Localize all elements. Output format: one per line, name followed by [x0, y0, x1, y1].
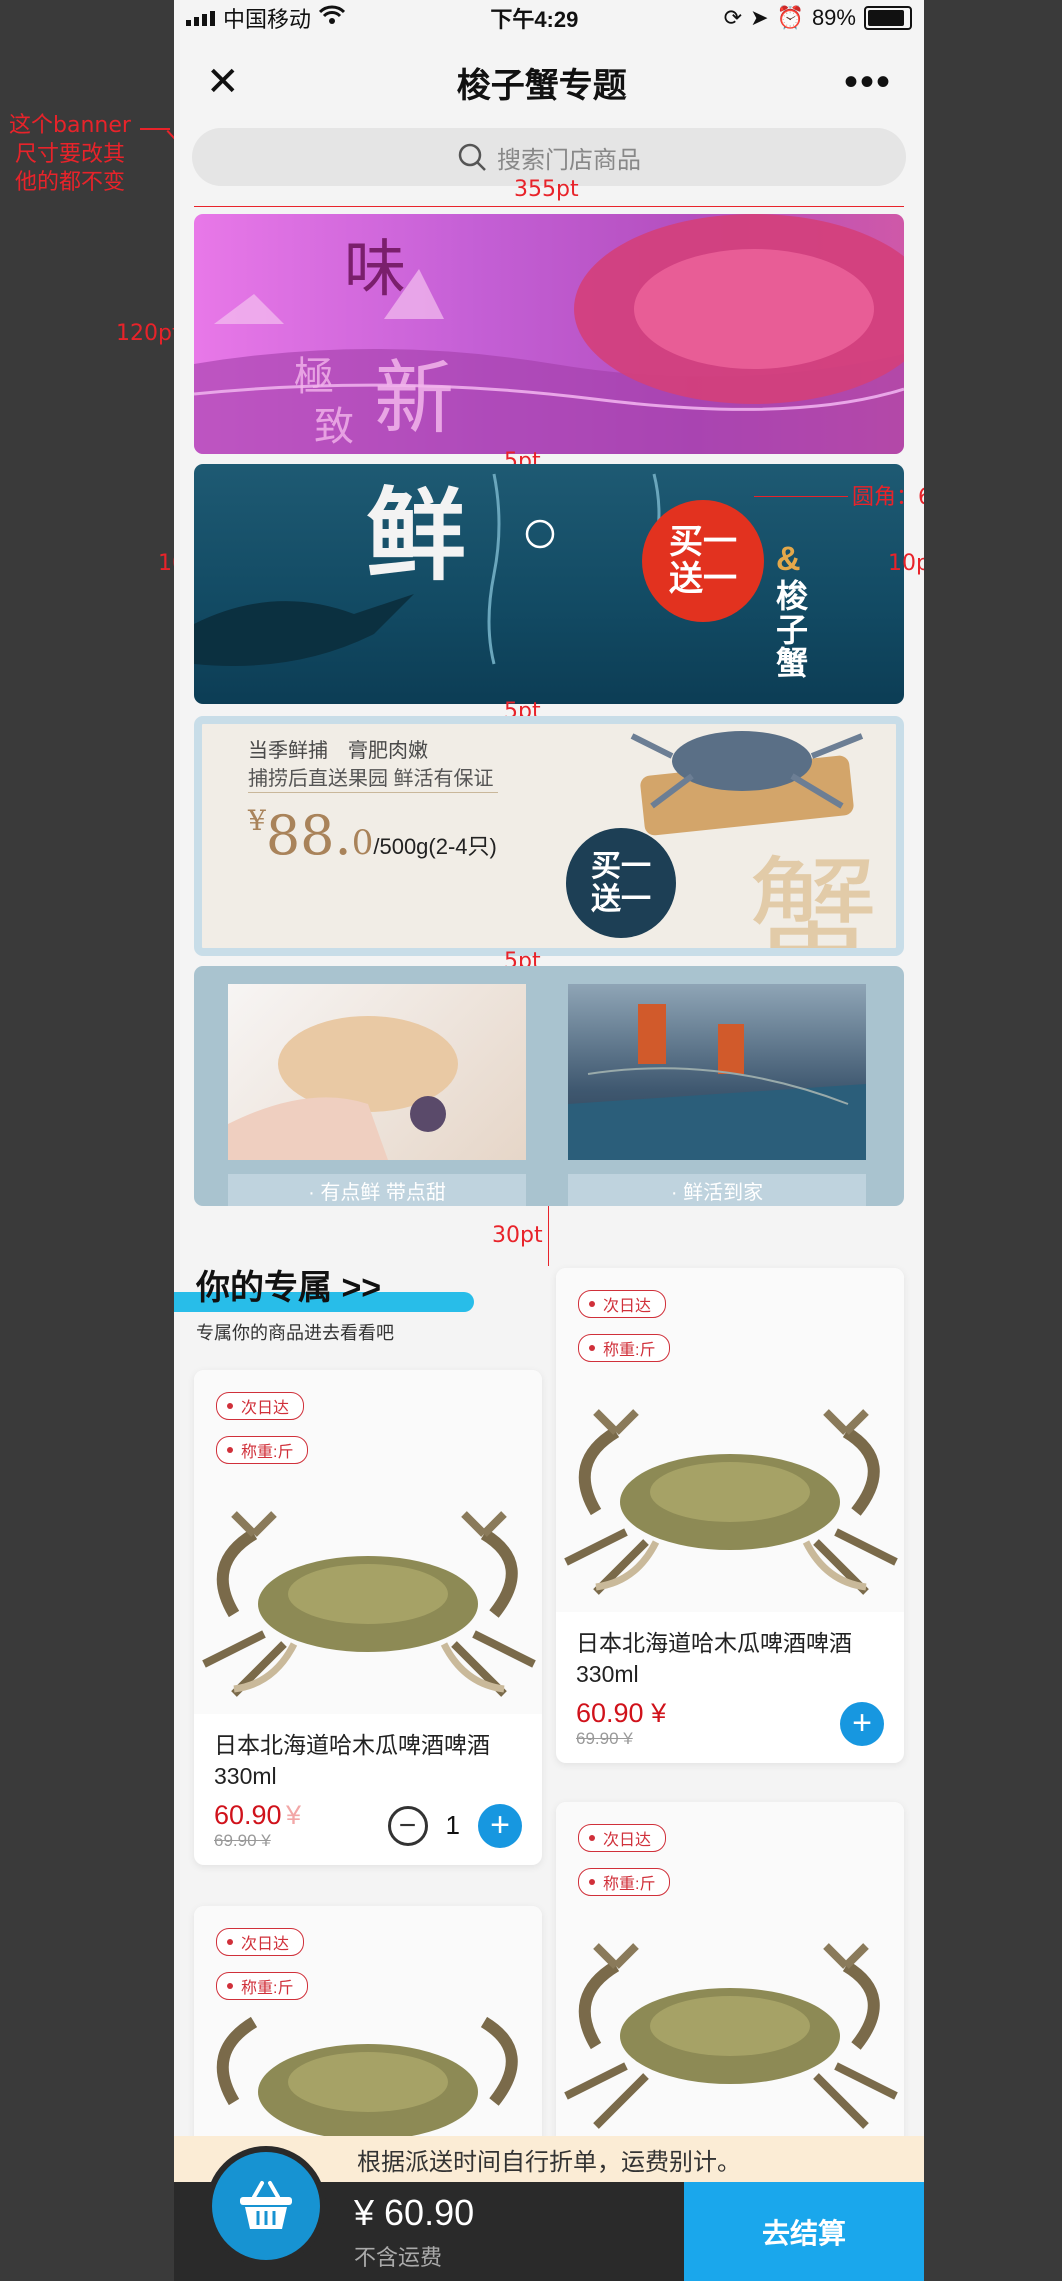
basket-icon: [240, 2181, 292, 2229]
banner-3-line1: 当季鲜捕 膏肥肉嫩: [248, 740, 428, 762]
search-placeholder: 搜索门店商品: [497, 146, 641, 174]
banner-4-photo-1: [228, 984, 526, 1160]
product-image-area: 次日达 称重:斤: [556, 1268, 904, 1612]
plus-button[interactable]: +: [478, 1803, 522, 1848]
annotation-radius-line: [754, 496, 848, 497]
checkout-button[interactable]: 去结算: [684, 2182, 924, 2281]
tag-next-day: 次日达: [578, 1824, 667, 1852]
cart-button[interactable]: [212, 2152, 320, 2260]
banner-3-big-char: 蟹: [748, 843, 879, 956]
annotation-width: 355pt: [514, 177, 579, 202]
phone-screen: 中国移动 下午4:29 ⟳ ➤ ⏰ 89% ✕ 梭子蟹专题 ••• 搜索门店商品…: [174, 0, 924, 2281]
page-title: 梭子蟹专题: [456, 66, 627, 105]
battery-icon: [863, 6, 912, 30]
banner-2[interactable]: 鲜 买一 送一 & 梭 子 蟹: [194, 464, 904, 704]
tag-next-day: 次日达: [578, 1290, 667, 1318]
search-icon: [458, 143, 486, 171]
banner-3-price-int: 88.: [265, 804, 352, 867]
crab-image: [564, 1409, 898, 1595]
banner-3-price: ¥88.0/500g(2-4只): [248, 804, 497, 867]
banner-4-caption-2: · 鲜活到家: [568, 1174, 866, 1206]
banner-3[interactable]: 当季鲜捕 膏肥肉嫩 捕捞后直送果园 鲜活有保证 ¥88.0/500g(2-4只)…: [194, 716, 904, 956]
product-image-area: 次日达 称重:斤: [194, 1906, 542, 2166]
product-card[interactable]: 次日达 称重:斤 日本北海道哈木瓜啤酒啤酒330ml 60.90 ¥ 69.90…: [556, 1268, 904, 1764]
alarm-icon: ⏰: [776, 5, 804, 30]
banner-3-price-dec: 0: [351, 823, 374, 863]
banner-3-currency: ¥: [248, 804, 266, 837]
product-currency: ¥: [286, 1800, 302, 1831]
banner-3-unit: /500g(2-4只): [373, 834, 497, 859]
annotation-height: 120pt: [116, 321, 181, 346]
product-card[interactable]: 次日达 称重:斤: [556, 1802, 904, 2162]
crab-image: [564, 1943, 898, 2129]
section-title[interactable]: 你的专属 >>: [174, 1260, 394, 1309]
product-card[interactable]: 次日达 称重:斤: [194, 1906, 542, 2166]
wifi-icon: [318, 5, 346, 31]
status-time: 下午4:29: [490, 7, 579, 32]
annotation-leader: [140, 128, 170, 130]
minus-button[interactable]: −: [387, 1805, 428, 1846]
product-old-price: 69.90 ¥: [576, 1729, 633, 1749]
tag-weight: 称重:斤: [578, 1334, 671, 1362]
price-row: 60.90 ¥ 69.90 ¥ − 1 +: [194, 1792, 542, 1865]
banner-4-photo-2: [568, 984, 866, 1160]
quantity-stepper: − 1 +: [387, 1803, 522, 1848]
battery-label: 89%: [811, 5, 856, 30]
banner-1-char-zhi: 致: [314, 404, 354, 450]
product-price: 60.90 ¥: [576, 1698, 667, 1729]
tag-next-day: 次日达: [216, 1928, 305, 1956]
product-name: 日本北海道哈木瓜啤酒啤酒330ml: [214, 1732, 490, 1790]
product-price: 60.90: [214, 1800, 282, 1831]
status-bar: 中国移动 下午4:29 ⟳ ➤ ⏰ 89%: [174, 0, 924, 36]
annotation-gap-30-line: [548, 1206, 549, 1266]
banner-4-caption-1: · 有点鲜 带点甜: [228, 1174, 526, 1206]
tag-weight: 称重:斤: [578, 1868, 671, 1896]
close-icon[interactable]: ✕: [206, 59, 240, 105]
annotation-width-line: [194, 206, 904, 207]
shipping-note: 不含运费: [354, 2245, 443, 2270]
banner-1-char-wei: 味: [344, 232, 407, 305]
annotation-gap-30: 30pt: [492, 1223, 543, 1248]
cart-total: ¥ 60.90: [354, 2192, 475, 2233]
price-row: 60.90 ¥ 69.90 ¥ +: [556, 1690, 904, 1763]
banner-4[interactable]: · 有点鲜 带点甜 · 鲜活到家: [194, 966, 904, 1206]
banner-2-amp: &: [776, 540, 801, 578]
product-image-area: 次日达 称重:斤: [556, 1802, 904, 2146]
quantity-value: 1: [445, 1810, 460, 1841]
annotation-banner-note: 这个banner 尺寸要改其 他的都不变: [9, 113, 131, 196]
more-icon[interactable]: •••: [844, 60, 892, 105]
banner-1-art: [194, 214, 904, 454]
product-card[interactable]: 次日达 称重:斤 日本北海道哈木瓜啤酒啤酒330ml 60.90 ¥ 69.90…: [194, 1370, 542, 1866]
banner-2-char: 鲜: [366, 476, 466, 594]
signal-icon: [186, 10, 215, 26]
banner-3-divider: [248, 792, 498, 793]
cart-summary: ¥ 60.90 不含运费: [174, 2152, 684, 2281]
product-name: 日本北海道哈木瓜啤酒啤酒330ml: [576, 1630, 852, 1688]
section-subtitle: 专属你的商品进去看看吧: [196, 1323, 394, 1343]
crab-meat-image: [228, 1016, 458, 1160]
lock-rotation-icon: ⟳: [723, 5, 743, 30]
carrier-label: 中国移动: [223, 7, 312, 32]
crab-image: [202, 1511, 536, 1697]
tag-next-day: 次日达: [216, 1392, 305, 1420]
annotation-radius: 圆角：6pt: [852, 485, 924, 510]
banner-3-line2: 捕捞后直送果园 鲜活有保证: [248, 768, 494, 790]
nav-bar: ✕ 梭子蟹专题 •••: [174, 36, 924, 128]
product-old-price: 69.90 ¥: [214, 1831, 271, 1851]
annotation-side-right: 10pt: [888, 551, 924, 576]
tag-weight: 称重:斤: [216, 1436, 309, 1464]
banner-2-badge: 买一 送一: [642, 500, 764, 622]
section-header[interactable]: 你的专属 >> 专属你的商品进去看看吧: [174, 1260, 474, 1345]
banner-1[interactable]: 味 新 極 致: [194, 214, 904, 454]
fishermen-image: [568, 1004, 866, 1160]
product-image-area: 次日达 称重:斤: [194, 1370, 542, 1714]
banner-3-badge: 买一 送一: [566, 828, 676, 938]
location-icon: ➤: [750, 5, 769, 30]
cart-bar: ¥ 60.90 不含运费 去结算: [174, 2152, 924, 2281]
banner-2-side: 梭 子 蟹: [776, 577, 809, 683]
add-to-cart-button[interactable]: +: [840, 1701, 884, 1746]
banner-1-char-xin: 新: [374, 352, 454, 445]
